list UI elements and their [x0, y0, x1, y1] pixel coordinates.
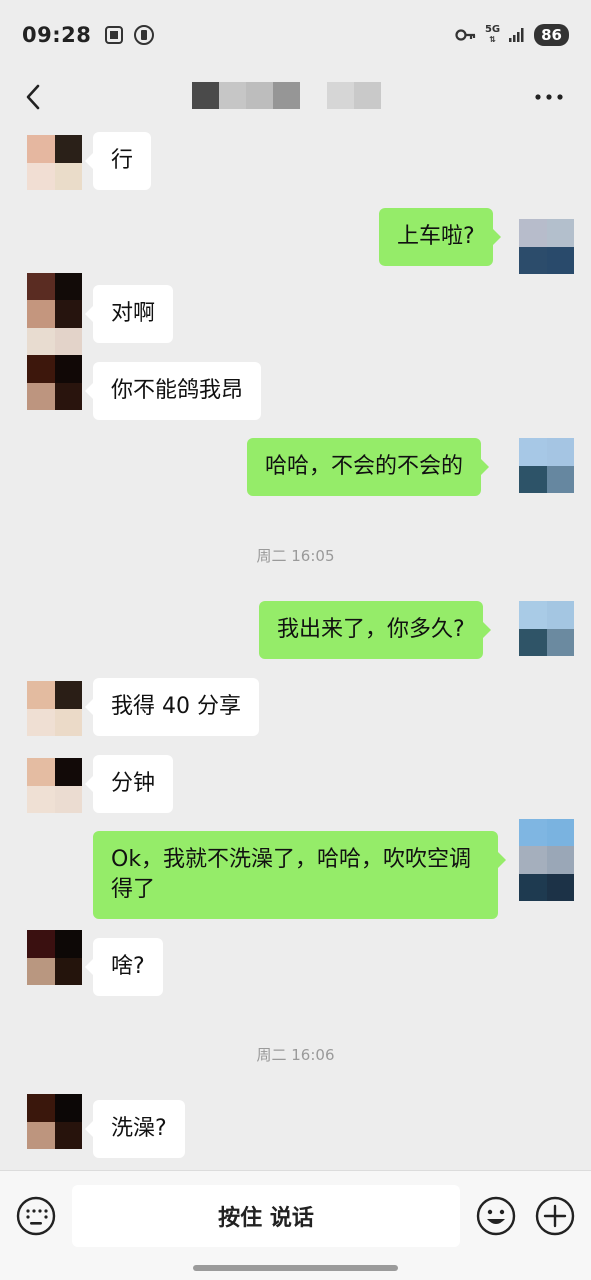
- timestamp: 周二 16:05: [256, 547, 335, 565]
- outgoing-message[interactable]: Ok，我就不洗澡了，哈哈，吹吹空调得了: [93, 831, 506, 919]
- avatar[interactable]: [27, 355, 82, 410]
- incoming-message[interactable]: 你不能鸽我昂: [84, 362, 262, 420]
- key-icon: [455, 29, 476, 41]
- incoming-message[interactable]: 分钟: [84, 755, 174, 813]
- home-indicator: [193, 1265, 398, 1271]
- avatar[interactable]: [27, 930, 82, 985]
- avatar[interactable]: [519, 438, 574, 493]
- battery-level: 86: [534, 24, 569, 46]
- hold-to-talk-button[interactable]: 按住 说话: [72, 1185, 460, 1247]
- timestamp: 周二 16:06: [256, 1046, 335, 1064]
- message-list[interactable]: 行 上车啦? 对啊 你不能鸽我昂 哈哈，不会的不会的 周二 16:05 我出来了…: [0, 125, 591, 1170]
- signal-icon: [509, 28, 524, 42]
- avatar[interactable]: [27, 1094, 82, 1149]
- incoming-message[interactable]: 我得 40 分享: [85, 678, 259, 736]
- chat-header: [0, 70, 591, 125]
- screenshot-icon: [105, 26, 124, 44]
- avatar[interactable]: [27, 681, 82, 736]
- plus-circle-icon[interactable]: [534, 1195, 576, 1237]
- incoming-message[interactable]: 洗澡?: [85, 1100, 185, 1158]
- network-type: 5G: [484, 24, 501, 35]
- incoming-message[interactable]: 行: [84, 132, 152, 190]
- battery-saver-icon: [134, 25, 155, 45]
- avatar[interactable]: [519, 819, 574, 901]
- chat-title-blurred: [192, 82, 381, 109]
- incoming-message[interactable]: 啥?: [85, 938, 163, 996]
- input-bar: 按住 说话: [0, 1170, 591, 1280]
- emoji-icon[interactable]: [475, 1195, 517, 1237]
- avatar[interactable]: [519, 219, 574, 274]
- outgoing-message[interactable]: 上车啦?: [379, 208, 501, 266]
- avatar[interactable]: [519, 601, 574, 656]
- outgoing-message[interactable]: 哈哈，不会的不会的: [247, 438, 490, 496]
- status-time: 09:28: [22, 23, 92, 47]
- network-indicator: 5G ⇅: [484, 24, 501, 45]
- avatar[interactable]: [27, 135, 82, 190]
- outgoing-message[interactable]: 我出来了，你多久?: [259, 601, 491, 659]
- status-bar: 09:28 5G ⇅ 86: [0, 0, 591, 70]
- avatar[interactable]: [27, 758, 82, 813]
- keyboard-icon[interactable]: [15, 1195, 57, 1237]
- more-dots-icon[interactable]: [533, 82, 565, 112]
- chevron-left-icon[interactable]: [20, 82, 50, 112]
- incoming-message[interactable]: 对啊: [84, 285, 174, 343]
- avatar[interactable]: [27, 273, 82, 355]
